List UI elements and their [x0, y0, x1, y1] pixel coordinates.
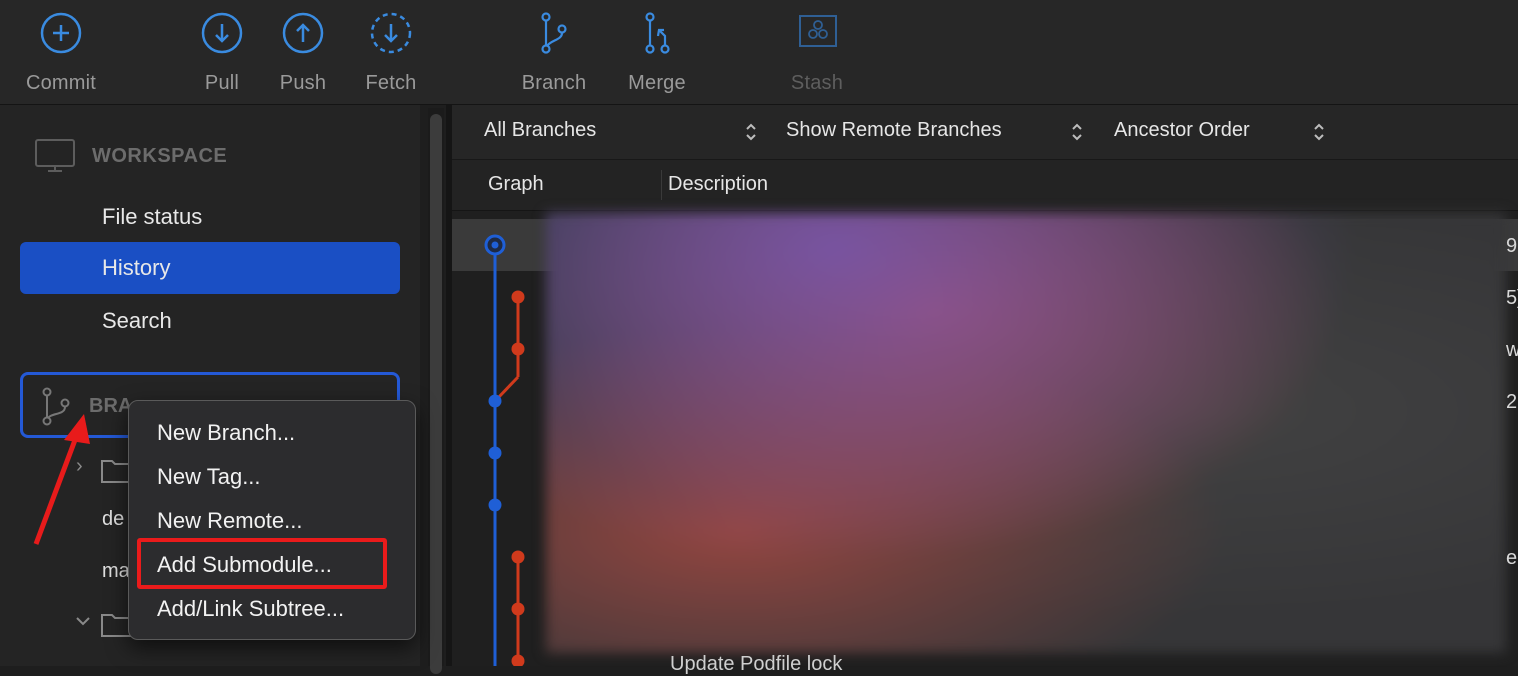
tree-item[interactable]: de [102, 508, 124, 531]
arrow-up-circle-icon [282, 12, 324, 54]
monitor-icon [35, 139, 75, 172]
annotation-arrow-icon [33, 414, 90, 545]
blurred-descriptions [546, 213, 1506, 653]
menu-item-new-tag[interactable]: New Tag... [157, 464, 261, 490]
sidebar-item-label: File status [102, 204, 203, 229]
merge-icon [645, 12, 670, 54]
sidebar-item-search[interactable]: Search [20, 295, 400, 347]
updown-chevron-icon [746, 123, 756, 141]
commit-text-fragment: w [1506, 339, 1518, 361]
commit-node [511, 290, 525, 304]
column-separator[interactable] [661, 170, 662, 200]
sidebar-scrollbar[interactable] [428, 108, 444, 674]
commit-text-fragment: 9 [1506, 235, 1518, 257]
fetch-label: Fetch [365, 72, 417, 94]
context-menu: New Branch... New Tag... New Remote... A… [128, 400, 416, 640]
branch-label: Branch [521, 72, 587, 94]
sidebar-item-label: History [102, 255, 171, 280]
commit-list[interactable]: 9 5] w 25 e Update Podfile lock [452, 213, 1518, 675]
commit-node [511, 550, 525, 564]
branches-filter-select[interactable]: All Branches [484, 119, 596, 142]
workspace-header: WORKSPACE [34, 136, 227, 176]
scrollbar-thumb[interactable] [430, 114, 442, 674]
menu-item-add-link-subtree[interactable]: Add/Link Subtree... [157, 596, 344, 622]
pull-button[interactable]: Pull [177, 8, 267, 95]
stash-label: Stash [790, 72, 844, 94]
menu-item-new-branch[interactable]: New Branch... [157, 420, 295, 446]
graph-column-header[interactable]: Graph [488, 173, 544, 196]
pull-label: Pull [204, 72, 240, 94]
chevron-down-icon[interactable] [74, 614, 92, 628]
toolbar: Commit Pull Push Fetch Branch Merge Stas… [0, 0, 1518, 105]
fetch-icon [370, 12, 412, 54]
commit-node [488, 446, 502, 460]
sidebar-item-file-status[interactable]: File status [20, 191, 400, 243]
commit-description[interactable]: Update Podfile lock [670, 653, 842, 676]
workspace-title: WORKSPACE [92, 144, 228, 167]
column-header: Graph Description [452, 160, 1518, 211]
stash-icon [799, 15, 837, 47]
remote-filter-select[interactable]: Show Remote Branches [786, 119, 1002, 142]
push-button[interactable]: Push [258, 8, 348, 95]
fetch-button[interactable]: Fetch [346, 8, 436, 95]
commit-node [488, 394, 502, 408]
push-label: Push [279, 72, 327, 94]
arrow-down-circle-icon [201, 12, 243, 54]
plus-circle-icon [40, 12, 82, 54]
commit-text-fragment: 5] [1506, 287, 1518, 309]
commit-button[interactable]: Commit [16, 8, 106, 95]
branch-icon [541, 12, 567, 54]
tree-item[interactable]: ma [102, 560, 130, 583]
filter-bar: All Branches Show Remote Branches Ancest… [452, 105, 1518, 160]
commit-text-fragment: e [1506, 547, 1518, 569]
commit-graph [484, 234, 525, 666]
merge-label: Merge [628, 72, 686, 94]
highlight-box [137, 538, 387, 589]
stash-button[interactable]: Stash [772, 8, 862, 95]
history-panel: All Branches Show Remote Branches Ancest… [452, 105, 1518, 675]
sidebar-item-history[interactable]: History [20, 242, 400, 294]
commit-node [488, 498, 502, 512]
description-column-header[interactable]: Description [668, 173, 768, 196]
branch-button[interactable]: Branch [509, 8, 599, 95]
commit-node [511, 602, 525, 616]
merge-button[interactable]: Merge [612, 8, 702, 95]
commit-text-fragment: 25 [1506, 391, 1518, 413]
order-filter-select[interactable]: Ancestor Order [1114, 119, 1250, 142]
updown-chevron-icon [1314, 123, 1324, 141]
menu-item-new-remote[interactable]: New Remote... [157, 508, 303, 534]
commit-node [511, 654, 525, 666]
commit-label: Commit [25, 72, 97, 94]
sidebar-item-label: Search [102, 308, 172, 333]
updown-chevron-icon [1072, 123, 1082, 141]
commit-node [511, 342, 525, 356]
